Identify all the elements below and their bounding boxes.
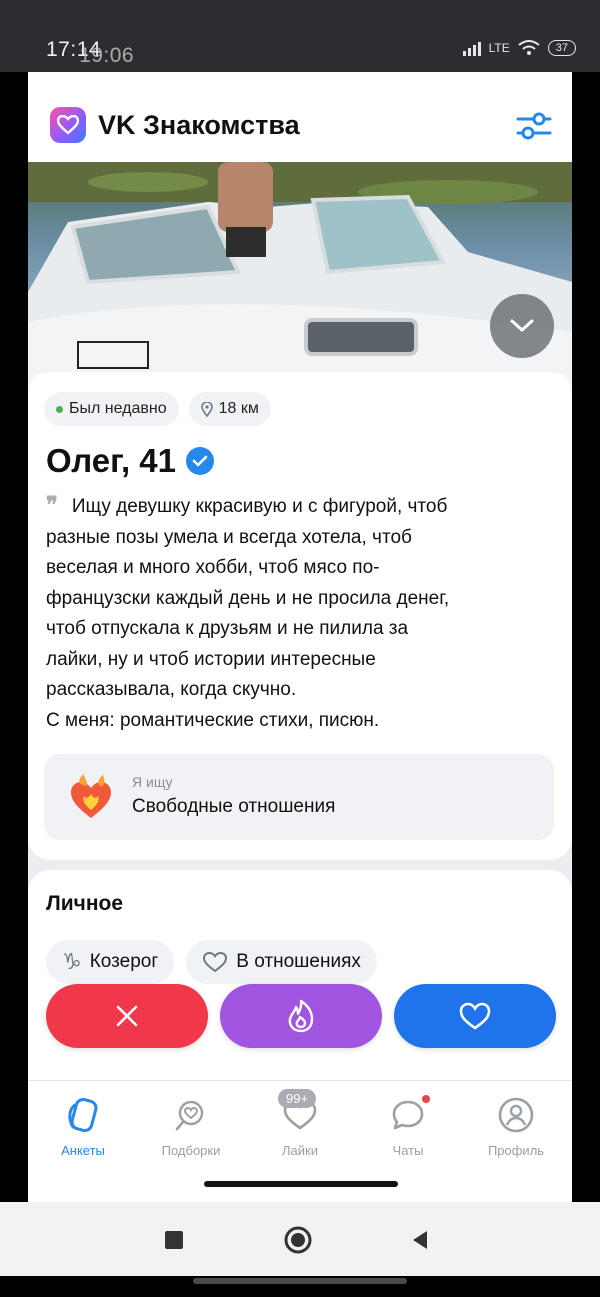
swipe-actions [46, 984, 556, 1048]
signal-icon [462, 40, 481, 56]
recents-button[interactable] [158, 1224, 190, 1256]
looking-for-block: Я ищу Свободные отношения [44, 754, 554, 840]
boat-photo-illustration [28, 162, 572, 392]
tab-label: Анкеты [61, 1143, 105, 1158]
battery-indicator: 37 [547, 40, 576, 56]
verified-icon [186, 447, 215, 475]
home-button[interactable] [282, 1224, 314, 1256]
likes-count-badge: 99+ [278, 1089, 317, 1108]
profile-bio: ❞ Ищу девушку ккрасивую и с фигурой, чтоб… [46, 490, 556, 736]
triangle-back-icon [413, 1231, 427, 1249]
back-button[interactable] [404, 1224, 436, 1256]
looking-for-label: Я ищу [132, 774, 173, 790]
chevron-down-icon [510, 319, 534, 332]
tab-ankety[interactable]: Анкеты [33, 1093, 133, 1158]
profile-photo[interactable] [28, 162, 572, 392]
app-header: VK Знакомства [28, 72, 572, 162]
tab-label: Подборки [161, 1143, 221, 1158]
zodiac-tag: ♑ Козерог [46, 940, 175, 984]
heart-on-fire-icon [71, 774, 111, 818]
status-indicators: LTE 37 [462, 40, 576, 56]
close-icon [116, 1005, 138, 1027]
location-pin-icon [200, 401, 213, 417]
profile-icon [498, 1097, 534, 1133]
sliders-icon [516, 112, 552, 140]
looking-for-value: Свободные отношения [132, 796, 336, 817]
like-button[interactable] [394, 984, 556, 1048]
bio-line: лайки, ну и чтоб истории интересные [46, 648, 376, 670]
tab-label: Чаты [392, 1143, 424, 1158]
profile-card: Был недавно 18 км Олег, 41 ❞ Ищу девушку … [28, 372, 572, 860]
online-status-text: Был недавно [69, 400, 167, 417]
vk-heart-logo [50, 107, 86, 143]
super-like-button[interactable] [220, 984, 382, 1048]
dislike-button[interactable] [46, 984, 208, 1048]
app-screen: VK Знакомства Был недавно 18 км Олег, 41… [28, 72, 572, 1202]
bio-line: французски каждый день и не просила дене… [46, 587, 450, 609]
chat-icon [392, 1100, 424, 1130]
tab-profil[interactable]: Профиль [466, 1093, 566, 1158]
bio-line: чтоб отпускала к друзьям и не пилила за [46, 618, 409, 639]
tab-chaty[interactable]: Чаты [358, 1093, 458, 1158]
online-dot-icon [56, 405, 63, 413]
tab-layki[interactable]: 99+ Лайки [250, 1089, 350, 1158]
square-icon [165, 1231, 183, 1249]
home-indicator[interactable] [204, 1181, 398, 1187]
relationship-tag: В отношениях [186, 940, 377, 984]
tab-label: Профиль [487, 1143, 545, 1158]
bio-line: веселая и много хобби, чтоб мясо по- [46, 557, 380, 578]
bio-line: С меня: романтические стихи, писюн. [46, 709, 380, 731]
personal-section-title: Личное [46, 892, 124, 915]
tab-label: Лайки [282, 1143, 318, 1158]
distance-chip: 18 км [188, 392, 271, 426]
flame-icon [288, 999, 314, 1033]
online-status-chip: Был недавно [44, 392, 179, 426]
filter-button[interactable] [514, 110, 554, 142]
capricorn-icon: ♑ [62, 949, 82, 975]
system-status-bar: 17:1419:06 LTE 37 [0, 0, 600, 72]
tab-podborki[interactable]: Подборки [141, 1093, 241, 1158]
wifi-icon [518, 40, 540, 55]
heart-search-icon [175, 1100, 204, 1131]
bio-line: рассказывала, когда скучно. [46, 679, 297, 700]
bottom-tabbar: Анкеты Подборки 99+ Лайки Чаты Профиль [28, 1080, 572, 1202]
status-clock-ghost: 19:06 [79, 44, 135, 67]
unread-dot-icon [422, 1095, 430, 1103]
gesture-bar[interactable] [193, 1278, 407, 1284]
quote-icon: ❞ [46, 492, 58, 518]
status-clock: 17:1419:06 [46, 38, 135, 67]
profile-name-age: Олег, 41 [46, 442, 177, 479]
circle-icon [284, 1226, 312, 1254]
cards-icon [68, 1097, 98, 1133]
app-title: VK Знакомства [98, 110, 300, 140]
distance-text: 18 км [218, 400, 259, 417]
system-nav-bar [0, 1202, 600, 1276]
expand-profile-button[interactable] [490, 294, 554, 358]
name-row: Олег, 41 [46, 442, 215, 480]
heart-outline-icon [203, 951, 228, 973]
profile-meta-chips: Был недавно 18 км [44, 392, 271, 426]
bio-line: разные позы умела и всегда хотела, чтоб [46, 526, 412, 548]
personal-tags: ♑ Козерог В отношениях [46, 940, 377, 984]
heart-icon [459, 1002, 491, 1030]
bio-line: ❞ Ищу девушку ккрасивую и с фигурой, чтоб [46, 492, 448, 518]
network-label: LTE [488, 41, 510, 55]
